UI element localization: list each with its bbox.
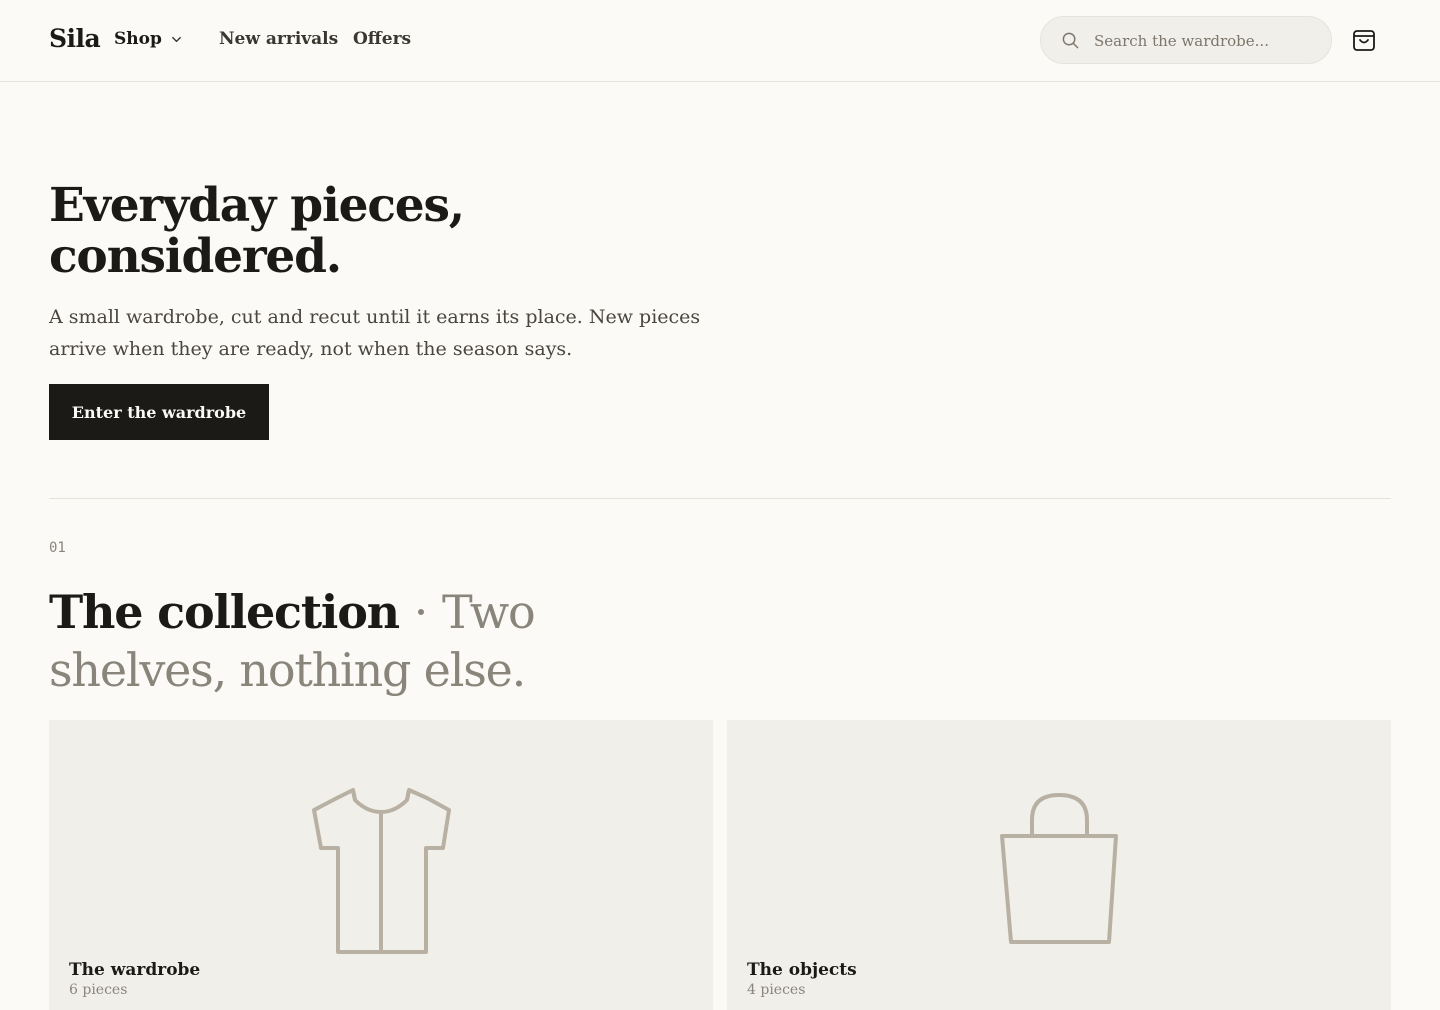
section-number: 01 bbox=[49, 540, 66, 556]
hero-subtitle: A small wardrobe, cut and recut until it… bbox=[49, 306, 701, 360]
enter-wardrobe-button[interactable]: Enter the wardrobe bbox=[49, 384, 269, 440]
section-title: The collection · Two shelves, nothing el… bbox=[49, 583, 569, 699]
card-count: 6 pieces bbox=[69, 982, 128, 998]
search-bar[interactable] bbox=[1040, 16, 1332, 64]
nav-shop-dropdown[interactable]: Shop bbox=[114, 29, 183, 49]
chevron-down-icon bbox=[171, 36, 181, 42]
collection-title: The collection bbox=[49, 585, 400, 639]
tote-bag-icon bbox=[1000, 792, 1118, 944]
card-title: The objects bbox=[747, 960, 857, 980]
search-input[interactable] bbox=[1094, 29, 1319, 53]
shopping-bag-icon[interactable] bbox=[1350, 26, 1378, 54]
collection-card-wardrobe[interactable]: The wardrobe 6 pieces bbox=[49, 720, 713, 1010]
card-count: 4 pieces bbox=[747, 982, 806, 998]
search-icon bbox=[1062, 32, 1079, 49]
shirt-icon bbox=[312, 788, 451, 954]
nav-new-arrivals[interactable]: New arrivals bbox=[219, 29, 338, 49]
card-title: The wardrobe bbox=[69, 960, 201, 980]
section-divider bbox=[49, 498, 1391, 499]
nav-offers[interactable]: Offers bbox=[353, 29, 411, 49]
collection-card-objects[interactable]: The objects 4 pieces bbox=[727, 720, 1391, 1010]
title-separator: · bbox=[413, 585, 429, 639]
site-header: Sila Shop New arrivals Offers bbox=[0, 0, 1440, 82]
brand-logo[interactable]: Sila bbox=[49, 24, 101, 53]
hero-title: Everyday pieces, considered. bbox=[49, 178, 465, 284]
nav-shop-label: Shop bbox=[114, 29, 162, 49]
